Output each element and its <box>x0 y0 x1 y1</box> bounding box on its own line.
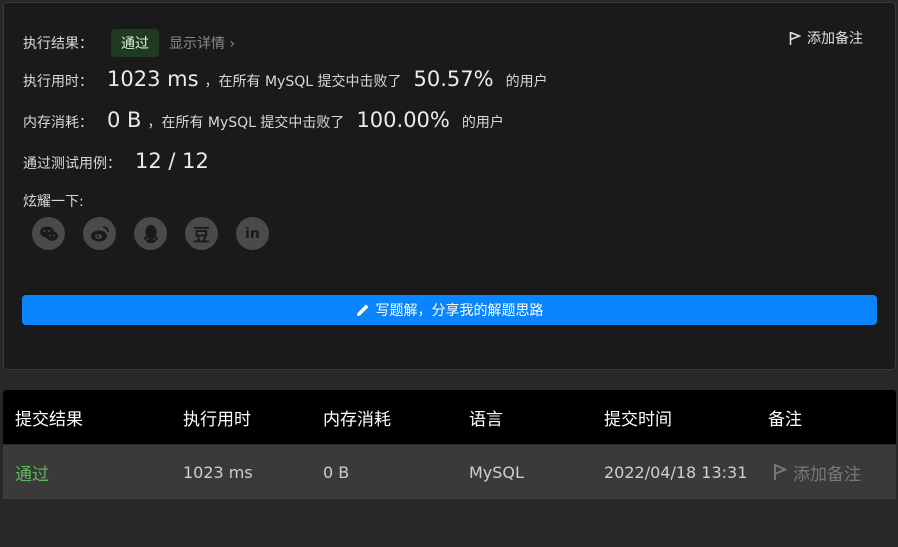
row-language: MySQL <box>469 462 524 482</box>
add-note-label: 添加备注 <box>807 31 863 47</box>
tests-row: 通过测试用例： 12 / 12 <box>23 149 209 173</box>
submission-result-panel: 执行结果： 通过 显示详情 › 添加备注 执行用时： 1023 ms ，在所有 … <box>3 2 896 370</box>
runtime-value: 1023 ms <box>107 67 199 91</box>
share-label: 炫耀一下: <box>23 194 84 210</box>
weibo-icon[interactable] <box>83 217 116 250</box>
table-header: 提交结果 执行用时 内存消耗 语言 提交时间 备注 <box>3 390 896 444</box>
qq-icon[interactable] <box>134 217 167 250</box>
tests-label: 通过测试用例： <box>23 156 121 172</box>
row-result[interactable]: 通过 <box>15 460 49 485</box>
result-row: 执行结果： 通过 显示详情 › <box>23 29 235 57</box>
row-runtime: 1023 ms <box>183 462 253 482</box>
memory-row: 内存消耗： 0 B ，在所有 MySQL 提交中击败了 100.00% 的用户 <box>23 108 504 132</box>
header-result: 提交结果 <box>15 409 83 430</box>
runtime-percent: 50.57% <box>413 67 494 91</box>
write-solution-button[interactable]: 写题解，分享我的解题思路 <box>22 295 877 325</box>
write-solution-label: 写题解，分享我的解题思路 <box>375 303 544 319</box>
add-note-button[interactable]: 添加备注 <box>789 28 863 48</box>
share-icons: 豆 in <box>32 217 269 250</box>
wechat-icon[interactable] <box>32 217 65 250</box>
runtime-row: 执行用时： 1023 ms ，在所有 MySQL 提交中击败了 50.57% 的… <box>23 67 548 91</box>
douban-icon[interactable]: 豆 <box>185 217 218 250</box>
douban-glyph: 豆 <box>193 226 210 246</box>
runtime-label: 执行用时： <box>23 74 93 90</box>
header-note: 备注 <box>768 409 802 430</box>
result-label: 执行结果： <box>23 36 93 52</box>
memory-value: 0 B <box>107 108 142 132</box>
flag-icon <box>789 31 801 45</box>
memory-suffix: 的用户 <box>461 115 504 131</box>
row-memory: 0 B <box>323 462 350 482</box>
flag-icon <box>774 464 787 480</box>
header-runtime: 执行用时 <box>183 409 251 430</box>
pencil-icon <box>356 304 368 316</box>
show-details-link[interactable]: 显示详情 › <box>169 33 235 53</box>
table-row[interactable]: 通过 1023 ms 0 B MySQL 2022/04/18 13:31 添加… <box>3 444 896 499</box>
tests-value: 12 / 12 <box>135 149 209 173</box>
share-row-label: 炫耀一下: <box>23 191 84 211</box>
status-badge: 通过 <box>111 29 159 57</box>
header-language: 语言 <box>469 409 503 430</box>
memory-label: 内存消耗： <box>23 115 93 131</box>
header-memory: 内存消耗 <box>323 409 391 430</box>
header-time: 提交时间 <box>604 409 672 430</box>
linkedin-glyph: in <box>245 225 260 242</box>
memory-text: ，在所有 MySQL 提交中击败了 <box>147 115 345 131</box>
row-time: 2022/04/18 13:31 <box>604 462 748 482</box>
memory-percent: 100.00% <box>356 108 450 132</box>
submissions-table: 提交结果 执行用时 内存消耗 语言 提交时间 备注 通过 1023 ms 0 B… <box>3 390 896 499</box>
runtime-suffix: 的用户 <box>505 74 548 90</box>
runtime-text: ，在所有 MySQL 提交中击败了 <box>204 74 402 90</box>
linkedin-icon[interactable]: in <box>236 217 269 250</box>
row-add-note-label: 添加备注 <box>793 464 861 485</box>
row-add-note-button[interactable]: 添加备注 <box>773 460 861 485</box>
